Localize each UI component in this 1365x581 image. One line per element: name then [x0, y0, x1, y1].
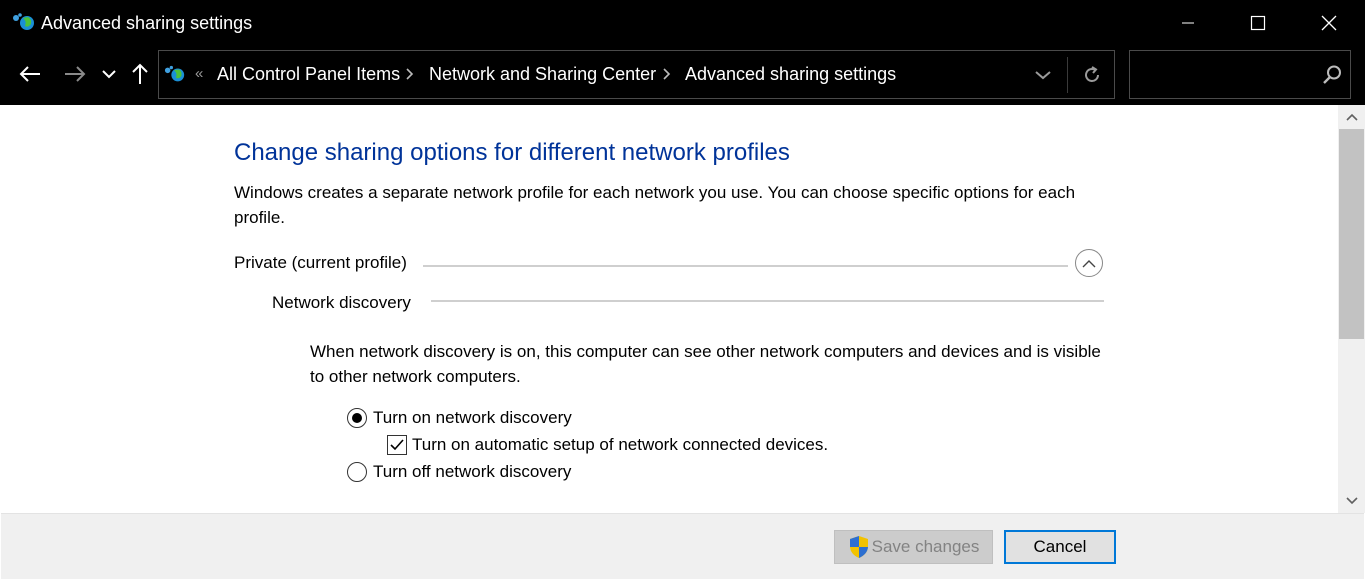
page-description: Windows creates a separate network profi… [234, 183, 1076, 227]
chevron-down-icon [1345, 497, 1358, 505]
chevron-down-icon [102, 70, 116, 79]
title-bar: Advanced sharing settings [0, 0, 1365, 46]
recent-locations-button[interactable] [98, 58, 120, 90]
arrow-right-icon [65, 66, 86, 82]
checkbox-label: Turn on automatic setup of network conne… [412, 435, 829, 454]
chevron-right-icon[interactable] [405, 66, 415, 82]
chevron-up-icon [1082, 259, 1096, 267]
page-title: Change sharing options for different net… [234, 139, 790, 166]
network-globe-icon [13, 13, 34, 30]
radio-button-unselected[interactable] [347, 462, 367, 482]
chevron-down-icon [1035, 71, 1051, 80]
address-bar[interactable]: « All Control Panel Items Network and Sh… [158, 50, 1115, 99]
save-changes-button[interactable]: Save changes [834, 530, 993, 564]
arrow-left-icon [19, 66, 40, 82]
advanced-sharing-window: Advanced sharing settings « All Control … [0, 0, 1365, 581]
navigation-bar: « All Control Panel Items Network and Sh… [0, 46, 1365, 105]
back-button[interactable] [14, 58, 46, 90]
arrow-up-icon [132, 63, 148, 84]
search-icon[interactable] [1321, 64, 1343, 86]
refresh-button[interactable] [1080, 63, 1104, 87]
uac-shield-icon [849, 536, 868, 558]
settings-content: Change sharing options for different net… [1, 105, 1338, 513]
vertical-scrollbar[interactable] [1338, 105, 1365, 513]
scroll-thumb[interactable] [1339, 129, 1364, 339]
checkbox-checked[interactable] [387, 435, 407, 455]
checkmark-icon [390, 439, 404, 451]
maximize-icon [1250, 15, 1266, 31]
network-discovery-info: When network discovery is on, this compu… [310, 342, 1101, 386]
up-button[interactable] [126, 58, 154, 90]
window-title: Advanced sharing settings [41, 13, 253, 33]
radio-label: Turn off network discovery [373, 462, 572, 481]
forward-button[interactable] [59, 58, 91, 90]
network-discovery-divider [431, 300, 1104, 302]
radio-button-selected[interactable] [347, 408, 367, 428]
profile-divider [423, 265, 1068, 267]
cancel-label: Cancel [1033, 537, 1087, 556]
radio-label: Turn on network discovery [373, 408, 572, 427]
chevron-up-icon [1345, 113, 1358, 121]
search-box[interactable] [1129, 50, 1351, 99]
address-divider [1067, 57, 1068, 93]
network-discovery-heading: Network discovery [272, 293, 411, 312]
minimize-button[interactable] [1153, 0, 1223, 46]
collapse-profile-button[interactable] [1075, 249, 1103, 277]
minimize-icon [1182, 22, 1194, 24]
footer-bar: Save changes Cancel [1, 513, 1364, 579]
network-globe-icon [164, 65, 185, 82]
profile-heading[interactable]: Private (current profile) [234, 253, 407, 273]
scroll-down-button[interactable] [1338, 489, 1365, 513]
close-icon [1321, 15, 1337, 31]
radio-turn-off-discovery[interactable]: Turn off network discovery [347, 462, 571, 482]
breadcrumb-network-and-sharing-center[interactable]: Network and Sharing Center [429, 64, 656, 85]
chevron-right-icon[interactable] [662, 66, 672, 82]
breadcrumb-advanced-sharing-settings[interactable]: Advanced sharing settings [685, 64, 896, 85]
breadcrumb-all-control-panel-items[interactable]: All Control Panel Items [217, 64, 400, 85]
close-button[interactable] [1294, 0, 1364, 46]
save-changes-label: Save changes [871, 537, 980, 556]
cancel-button[interactable]: Cancel [1004, 530, 1116, 564]
maximize-button[interactable] [1223, 0, 1293, 46]
refresh-icon [1085, 66, 1099, 82]
radio-turn-on-discovery[interactable]: Turn on network discovery [347, 408, 572, 428]
checkbox-auto-setup[interactable]: Turn on automatic setup of network conne… [387, 435, 828, 455]
breadcrumb-overflow[interactable]: « [195, 65, 203, 82]
address-dropdown-button[interactable] [1031, 63, 1055, 87]
scroll-up-button[interactable] [1338, 105, 1365, 129]
search-input[interactable] [1136, 61, 1310, 89]
